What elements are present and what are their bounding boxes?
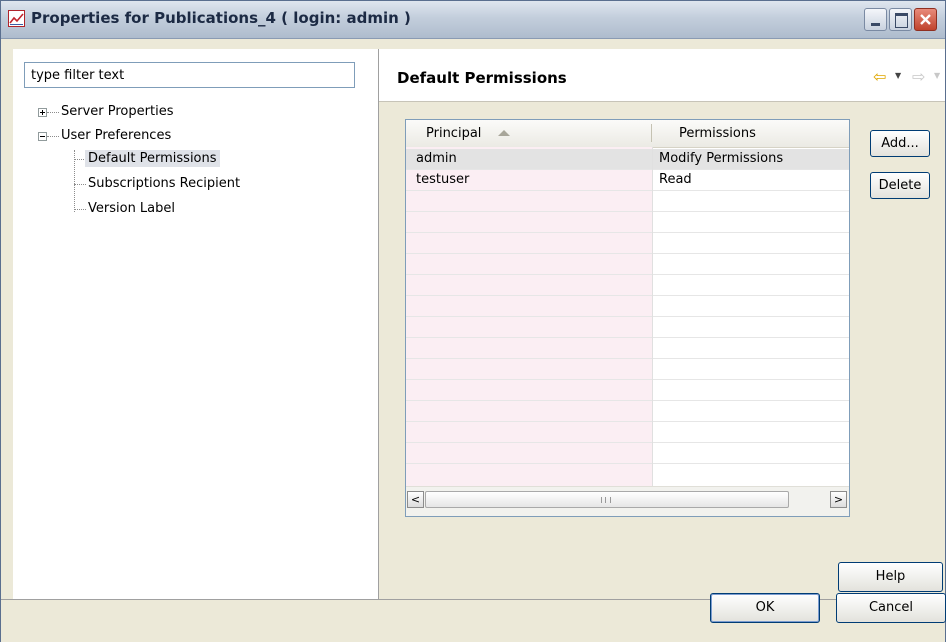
empty-row xyxy=(406,317,849,338)
tree-item-subscriptions-recipient[interactable]: Subscriptions Recipient xyxy=(88,176,240,191)
table-row[interactable]: testuser Read xyxy=(406,170,849,191)
empty-row xyxy=(406,338,849,359)
tree-connector xyxy=(74,209,86,210)
tree-item-label: User Preferences xyxy=(61,128,172,143)
empty-row xyxy=(406,443,849,464)
tree-item-user-preferences[interactable]: User Preferences xyxy=(61,128,171,143)
column-header-principal[interactable]: Principal xyxy=(426,126,481,141)
scroll-left-button[interactable]: < xyxy=(407,491,424,508)
principal-cell: testuser xyxy=(416,172,470,187)
delete-button[interactable]: Delete xyxy=(870,172,930,199)
maximize-icon xyxy=(895,13,908,28)
empty-row xyxy=(406,359,849,380)
filter-input[interactable] xyxy=(24,62,355,88)
tree-item-label: Version Label xyxy=(88,201,176,216)
close-button[interactable] xyxy=(914,8,937,31)
column-divider xyxy=(652,147,653,486)
cancel-button[interactable]: Cancel xyxy=(836,593,946,623)
empty-row xyxy=(406,401,849,422)
close-icon xyxy=(920,14,931,25)
tree-item-server-properties[interactable]: Server Properties xyxy=(61,104,173,119)
empty-row xyxy=(406,254,849,275)
empty-row xyxy=(406,212,849,233)
chevron-down-icon[interactable]: ▼ xyxy=(934,71,940,80)
tree-item-default-permissions[interactable]: Default Permissions xyxy=(85,150,220,167)
empty-row xyxy=(406,191,849,212)
empty-row xyxy=(406,296,849,317)
table-header: Principal Permissions xyxy=(406,120,849,148)
maximize-button[interactable] xyxy=(889,8,912,31)
tree-item-label: Default Permissions xyxy=(85,150,220,167)
empty-row xyxy=(406,380,849,401)
forward-arrow-icon[interactable]: ⇨ xyxy=(912,67,925,86)
page-title: Default Permissions xyxy=(397,69,567,87)
scroll-right-button[interactable]: > xyxy=(830,491,847,508)
minimize-button[interactable] xyxy=(864,8,887,31)
window-title: Properties for Publications_4 ( login: a… xyxy=(31,9,411,27)
add-button[interactable]: Add... xyxy=(870,130,930,157)
properties-dialog: Properties for Publications_4 ( login: a… xyxy=(0,0,946,642)
help-button[interactable]: Help xyxy=(838,562,943,592)
title-bar[interactable]: Properties for Publications_4 ( login: a… xyxy=(1,1,945,39)
chevron-left-icon: < xyxy=(410,493,421,506)
scrollbar-thumb[interactable] xyxy=(425,491,789,508)
app-chart-icon xyxy=(8,10,25,27)
sort-ascending-icon xyxy=(498,130,510,136)
tree-item-version-label[interactable]: Version Label xyxy=(88,201,175,216)
permissions-cell: Read xyxy=(659,172,692,187)
permissions-cell: Modify Permissions xyxy=(659,151,784,166)
expand-icon[interactable] xyxy=(38,108,47,117)
tree-item-label: Subscriptions Recipient xyxy=(88,176,241,191)
empty-row xyxy=(406,275,849,296)
horizontal-scrollbar[interactable]: < > xyxy=(406,486,849,516)
permissions-table: Principal Permissions admin Modify Permi… xyxy=(405,119,850,517)
tree-connector xyxy=(47,112,59,113)
empty-row xyxy=(406,422,849,443)
ok-button[interactable]: OK xyxy=(710,593,820,623)
grip-icon xyxy=(601,497,611,503)
minimize-icon xyxy=(871,23,880,26)
tree-connector xyxy=(47,136,59,137)
tree-item-label: Server Properties xyxy=(61,104,174,119)
chevron-right-icon: > xyxy=(833,493,844,506)
table-row[interactable]: admin Modify Permissions xyxy=(406,149,849,170)
empty-row xyxy=(406,464,849,485)
column-separator[interactable] xyxy=(651,124,652,142)
chevron-down-icon[interactable]: ▼ xyxy=(895,71,901,80)
collapse-icon[interactable] xyxy=(38,132,47,141)
principal-cell: admin xyxy=(416,151,457,166)
back-arrow-icon[interactable]: ⇦ xyxy=(873,67,886,86)
empty-row xyxy=(406,233,849,254)
tree-connector xyxy=(74,184,86,185)
column-header-permissions[interactable]: Permissions xyxy=(679,126,756,141)
